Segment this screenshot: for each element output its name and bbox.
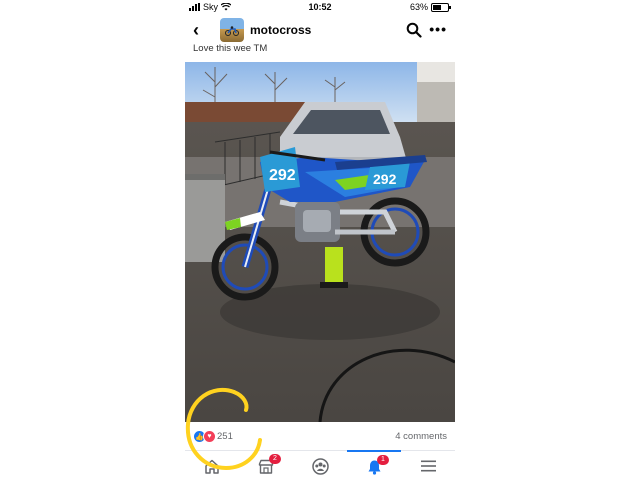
home-icon — [205, 459, 219, 474]
post-photo[interactable]: 292 292 — [185, 62, 455, 422]
nav-marketplace[interactable]: 2 — [239, 451, 293, 480]
search-icon[interactable] — [406, 22, 422, 38]
group-name[interactable]: motocross — [250, 23, 311, 37]
groups-icon — [311, 457, 329, 475]
post-caption: Love this wee TM — [193, 43, 268, 54]
rear-number-plate: 292 — [373, 171, 397, 187]
nav-notifications[interactable]: 1 — [347, 450, 401, 480]
status-right: 63% — [409, 2, 451, 12]
reactions-row: 👍 ♥ 251 4 comments — [185, 428, 455, 444]
nav-home[interactable] — [185, 451, 239, 480]
front-number-plate: 292 — [269, 167, 296, 184]
motorbike-icon — [225, 26, 239, 36]
nav-groups[interactable] — [293, 451, 347, 480]
group-header: ‹ motocross ••• — [185, 16, 455, 46]
ellipsis-icon[interactable]: ••• — [429, 21, 447, 37]
comments-count[interactable]: 4 comments — [395, 431, 447, 442]
group-avatar[interactable] — [220, 18, 244, 42]
battery-icon — [431, 2, 451, 12]
battery-percent: 63% — [409, 2, 428, 12]
photo-motocross-bike: 292 292 — [185, 62, 455, 422]
nav-menu[interactable] — [401, 451, 455, 480]
reaction-count[interactable]: 251 — [217, 431, 233, 442]
status-bar: Sky 10:52 63% — [185, 0, 455, 14]
bottom-nav: 2 1 — [185, 450, 455, 480]
phone-screen: Sky 10:52 63% ‹ motocross ••• Love this … — [185, 0, 455, 480]
chevron-left-icon[interactable]: ‹ — [193, 21, 199, 39]
reaction-icons[interactable]: 👍 ♥ — [193, 430, 216, 443]
marketplace-badge: 2 — [269, 454, 281, 464]
notifications-badge: 1 — [377, 455, 389, 465]
love-icon: ♥ — [203, 430, 216, 443]
menu-icon — [420, 460, 436, 472]
